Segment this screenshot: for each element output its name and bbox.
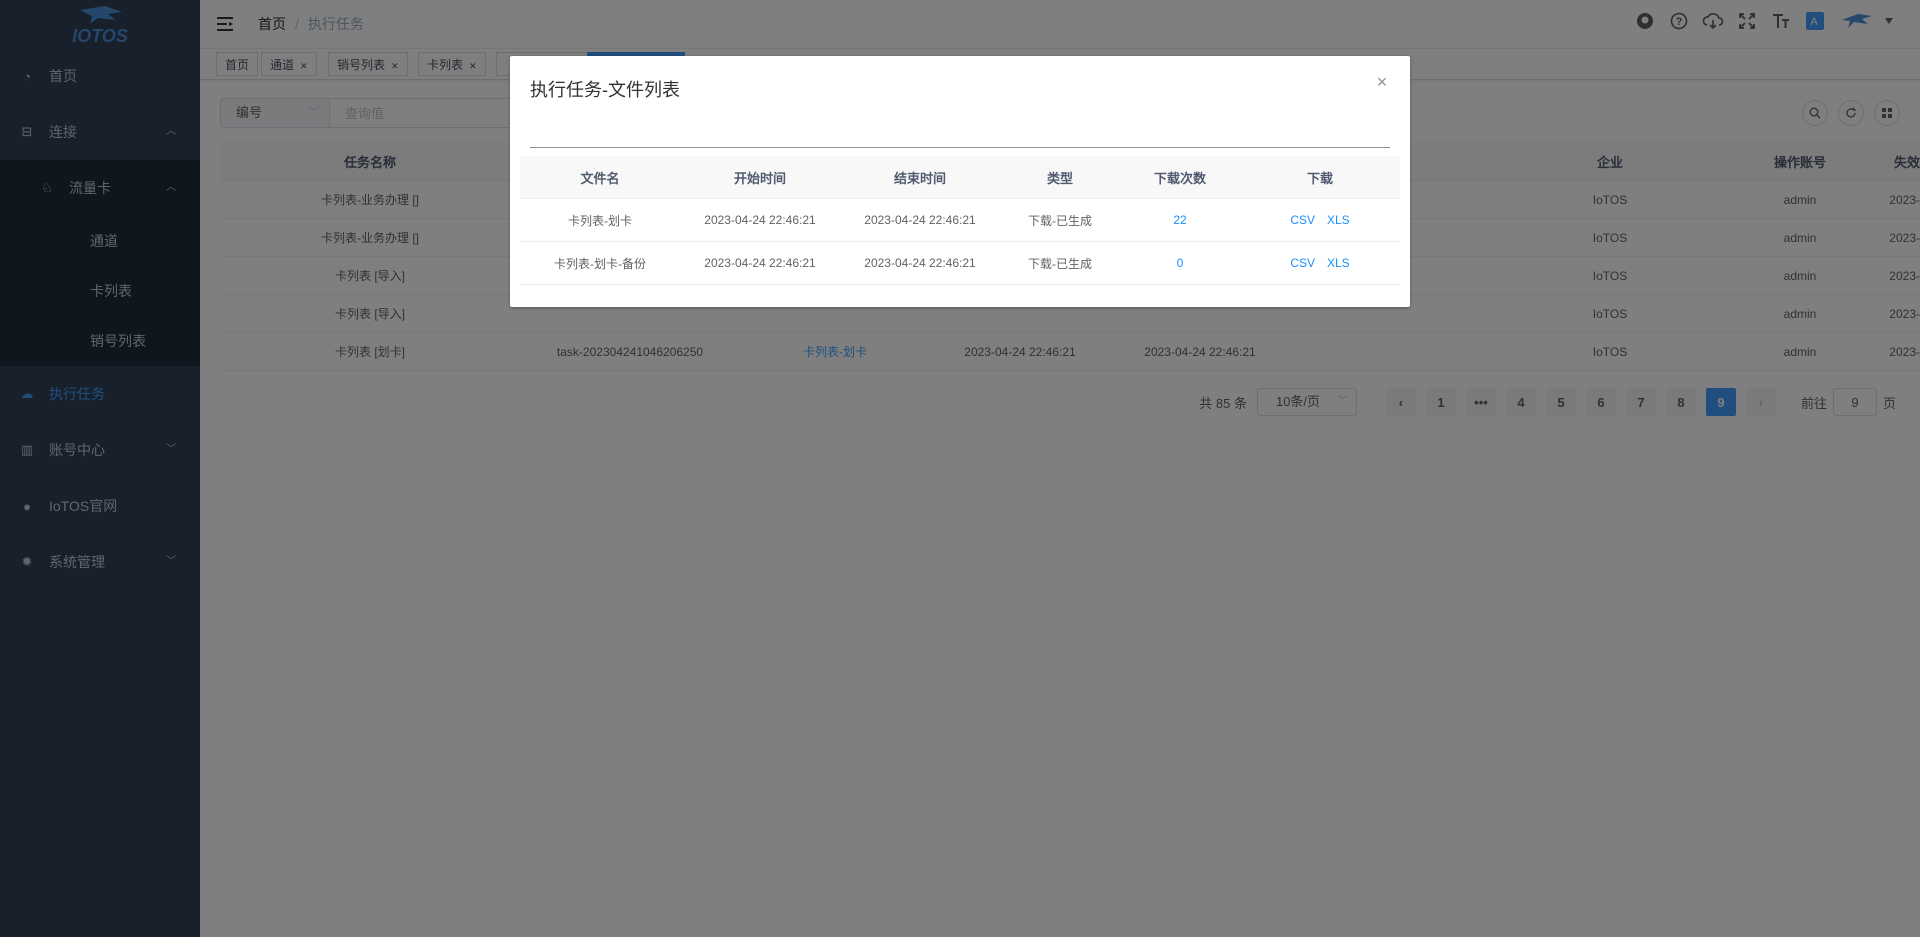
file-name-cell: 卡列表-划卡-备份 [520,241,680,285]
table-row[interactable]: 卡列表-划卡 2023-04-24 22:46:21 2023-04-24 22… [520,198,1400,242]
file-name-cell: 卡列表-划卡 [520,198,680,242]
download-xls-link[interactable]: XLS [1327,256,1350,270]
column-header: 文件名 [520,156,680,199]
table-row[interactable]: 卡列表-划卡-备份 2023-04-24 22:46:21 2023-04-24… [520,241,1400,285]
table-header-row: 文件名 开始时间 结束时间 类型 下载次数 下载 [520,156,1400,199]
close-icon[interactable]: × [1374,73,1390,91]
column-header: 开始时间 [680,156,840,199]
download-csv-link[interactable]: CSV [1290,213,1315,227]
divider [530,147,1390,148]
column-header: 下载 [1240,156,1400,199]
file-list-dialog: 执行任务-文件列表 × 文件名 开始时间 结束时间 类型 下载次数 下载 卡列表… [510,56,1410,307]
download-count-cell: 0 [1120,241,1240,285]
download-cell: CSV XLS [1240,241,1400,285]
download-count-cell: 22 [1120,198,1240,242]
dialog-title: 执行任务-文件列表 [530,80,680,100]
end-time-cell: 2023-04-24 22:46:21 [840,241,1000,285]
column-header: 结束时间 [840,156,1000,199]
download-cell: CSV XLS [1240,198,1400,242]
start-time-cell: 2023-04-24 22:46:21 [680,198,840,242]
download-csv-link[interactable]: CSV [1290,256,1315,270]
file-table: 文件名 开始时间 结束时间 类型 下载次数 下载 卡列表-划卡 2023-04-… [520,156,1400,285]
download-xls-link[interactable]: XLS [1327,213,1350,227]
type-cell: 下载-已生成 [1000,241,1120,285]
type-cell: 下载-已生成 [1000,198,1120,242]
column-header: 类型 [1000,156,1120,199]
column-header: 下载次数 [1120,156,1240,199]
end-time-cell: 2023-04-24 22:46:21 [840,198,1000,242]
start-time-cell: 2023-04-24 22:46:21 [680,241,840,285]
